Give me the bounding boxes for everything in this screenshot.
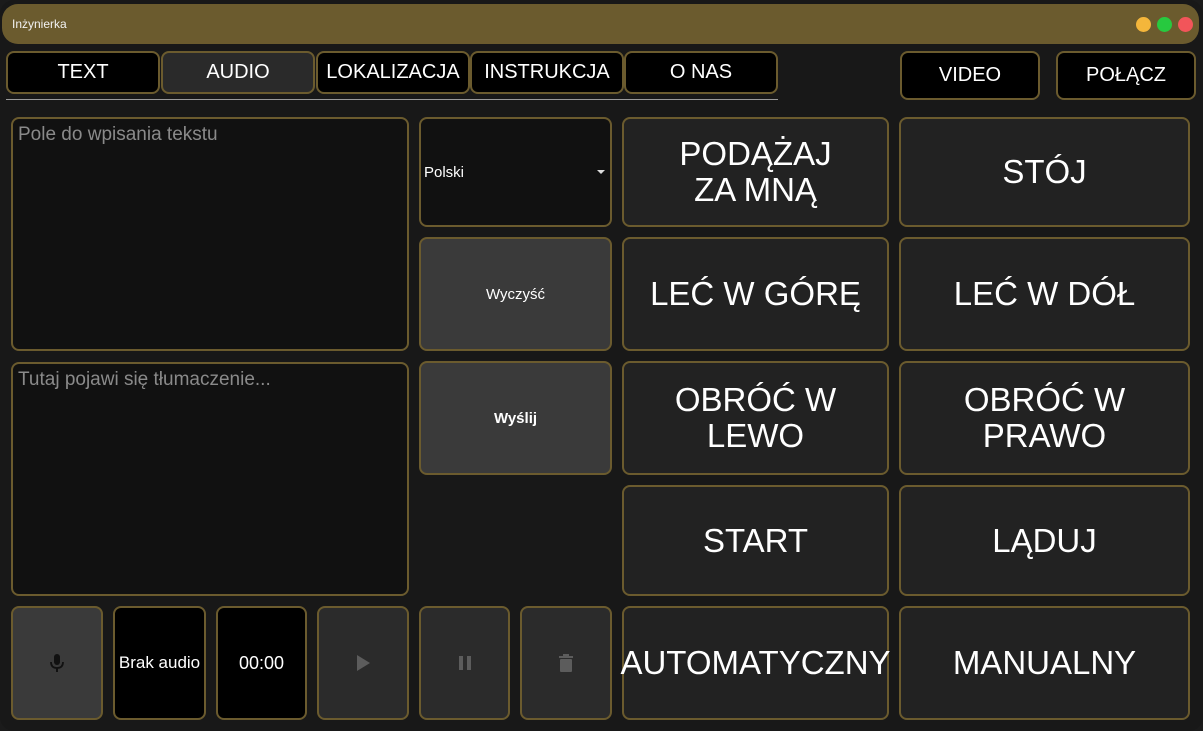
title-bar[interactable]: Inżynierka [2,4,1199,44]
app-window: Inżynierka TEXT AUDIO LOKALIZACJA INSTRU… [0,0,1203,731]
play-button[interactable] [317,606,409,720]
audio-timer: 00:00 [216,606,307,720]
minimize-button[interactable] [1136,17,1151,32]
tab-text[interactable]: TEXT [6,51,160,94]
close-button[interactable] [1178,17,1193,32]
play-icon [355,654,371,672]
pause-button[interactable] [419,606,510,720]
clear-button[interactable]: Wyczyść [419,237,612,351]
rotate-right-button[interactable]: OBRÓĆ W PRAWO [899,361,1190,475]
land-button[interactable]: LĄDUJ [899,485,1190,596]
translation-output-field[interactable]: Tutaj pojawi się tłumaczenie... [11,362,409,596]
rotate-left-button[interactable]: OBRÓĆ W LEWO [622,361,889,475]
follow-me-label-line1: PODĄŻAJ [679,135,832,172]
send-button[interactable]: Wyślij [419,361,612,475]
audio-status: Brak audio [113,606,206,720]
connect-button[interactable]: POŁĄCZ [1056,51,1196,100]
maximize-button[interactable] [1157,17,1172,32]
chevron-down-icon [597,170,605,174]
stop-button[interactable]: STÓJ [899,117,1190,227]
tab-instrukcja[interactable]: INSTRUKCJA [470,51,624,94]
text-input-field[interactable]: Pole do wpisania tekstu [11,117,409,351]
window-title: Inżynierka [12,17,67,31]
follow-me-label-line2: ZA MNĄ [694,171,817,208]
fly-down-button[interactable]: LEĆ W DÓŁ [899,237,1190,351]
language-select[interactable]: Polski [419,117,612,227]
pause-icon [458,655,472,671]
record-button[interactable] [11,606,103,720]
text-input-placeholder: Pole do wpisania tekstu [18,124,218,145]
tab-audio[interactable]: AUDIO [161,51,315,94]
microphone-icon [50,654,64,672]
automatic-mode-button[interactable]: AUTOMATYCZNY [620,606,891,720]
delete-audio-button[interactable] [520,606,612,720]
tab-o-nas[interactable]: O NAS [624,51,778,94]
start-button[interactable]: START [622,485,889,596]
tab-lokalizacja[interactable]: LOKALIZACJA [316,51,470,94]
follow-me-button[interactable]: PODĄŻAJ ZA MNĄ [622,117,889,227]
tab-underline [6,99,778,100]
manual-mode-button[interactable]: MANUALNY [899,606,1190,720]
translation-output-placeholder: Tutaj pojawi się tłumaczenie... [18,369,271,390]
fly-up-button[interactable]: LEĆ W GÓRĘ [622,237,889,351]
video-button[interactable]: VIDEO [900,51,1040,100]
language-select-value: Polski [424,164,465,181]
trash-icon [558,654,574,672]
